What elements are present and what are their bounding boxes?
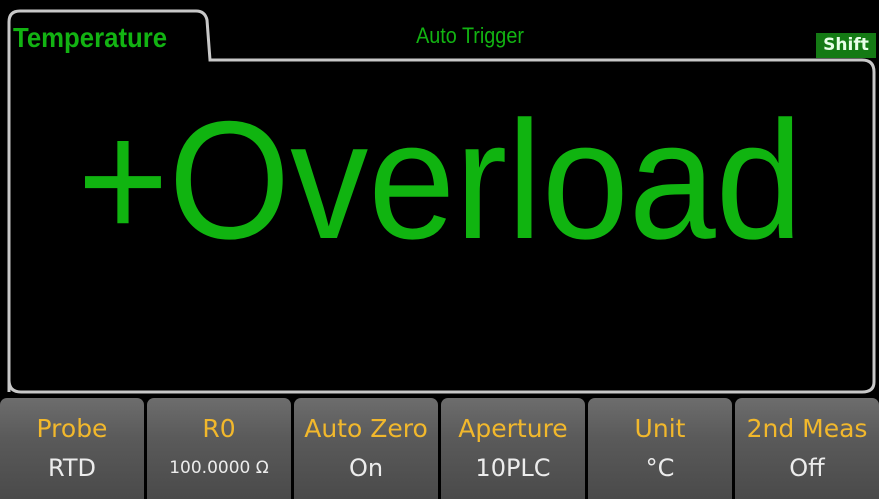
softkey-aperture[interactable]: Aperture 10PLC <box>441 398 585 499</box>
softkey-auto-zero[interactable]: Auto Zero On <box>294 398 438 499</box>
shift-indicator: Shift <box>816 33 876 58</box>
softkey-title: R0 <box>202 414 236 443</box>
softkey-title: Auto Zero <box>304 414 428 443</box>
softkey-bar: Probe RTD R0 100.0000 Ω Auto Zero On Ape… <box>0 398 879 499</box>
softkey-title: Unit <box>634 414 686 443</box>
softkey-probe[interactable]: Probe RTD <box>0 398 144 499</box>
softkey-unit[interactable]: Unit °C <box>588 398 732 499</box>
function-tab-temperature[interactable]: Temperature <box>13 18 188 58</box>
softkey-value: °C <box>645 454 675 482</box>
measurement-reading: +Overload <box>77 86 803 274</box>
instrument-display: Temperature Auto Trigger Shift +Overload… <box>0 0 879 499</box>
softkey-value: 100.0000 Ω <box>169 458 269 478</box>
softkey-title: Probe <box>36 414 108 443</box>
softkey-title: Aperture <box>458 414 568 443</box>
softkey-value: RTD <box>47 454 97 482</box>
softkey-value: On <box>348 454 384 482</box>
softkey-r0[interactable]: R0 100.0000 Ω <box>147 398 291 499</box>
softkey-title: 2nd Meas <box>746 414 868 443</box>
softkey-value: Off <box>789 454 825 482</box>
softkey-2nd-meas[interactable]: 2nd Meas Off <box>735 398 879 499</box>
trigger-mode-indicator: Auto Trigger <box>416 23 524 48</box>
softkey-value: 10PLC <box>475 454 551 482</box>
